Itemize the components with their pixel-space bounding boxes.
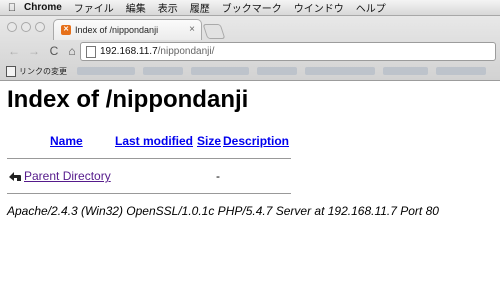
browser-tab[interactable]: ✕ Index of /nippondanji × [53, 19, 202, 40]
size-value: - [216, 169, 220, 183]
tab-title: Index of /nippondanji [75, 25, 159, 35]
tab-close-icon[interactable]: × [189, 24, 195, 35]
favicon-icon: ✕ [61, 25, 71, 35]
new-tab-button[interactable] [202, 24, 226, 39]
menu-file[interactable]: ファイル [74, 0, 114, 15]
blurred-bookmark[interactable] [436, 67, 486, 75]
back-folder-icon [9, 172, 21, 181]
page-title: Index of /nippondanji [7, 86, 249, 113]
column-header-last-modified[interactable]: Last modified [115, 134, 193, 148]
close-window-button[interactable] [7, 22, 17, 32]
blurred-bookmark[interactable] [257, 67, 297, 75]
divider [7, 158, 291, 159]
menu-history[interactable]: 履歴 [190, 0, 210, 15]
menu-window[interactable]: ウインドウ [294, 0, 344, 15]
blurred-bookmark[interactable] [143, 67, 183, 75]
bookmarks-bar: リンクの変更 [0, 63, 500, 79]
menu-view[interactable]: 表示 [158, 0, 178, 15]
bookmark-page-icon [6, 65, 16, 77]
column-header-size[interactable]: Size [197, 134, 221, 148]
bookmark-item[interactable]: リンクの変更 [19, 66, 67, 77]
zoom-window-button[interactable] [35, 22, 45, 32]
url-path: /nippondanji/ [157, 46, 215, 57]
menu-help[interactable]: ヘルプ [356, 0, 386, 15]
blurred-bookmark[interactable] [383, 67, 428, 75]
back-arrow-icon[interactable]: ← [6, 44, 22, 58]
page-icon [86, 45, 96, 58]
blurred-bookmark[interactable] [305, 67, 375, 75]
minimize-window-button[interactable] [21, 22, 31, 32]
menu-app-chrome[interactable]: Chrome [24, 2, 62, 13]
toolbar: ← → C ⌂ 192.168.11.7 /nippondanji/ [0, 40, 500, 62]
menu-edit[interactable]: 編集 [126, 0, 146, 15]
menu-bookmarks[interactable]: ブックマーク [222, 0, 282, 15]
column-header-description[interactable]: Description [223, 134, 289, 148]
apple-icon[interactable]:  [0, 2, 24, 14]
menu-bar:  Chrome ファイル 編集 表示 履歴 ブックマーク ウインドウ ヘルプ [0, 0, 500, 16]
blurred-bookmark[interactable] [77, 67, 135, 75]
address-bar[interactable]: 192.168.11.7 /nippondanji/ [80, 42, 496, 61]
reload-icon[interactable]: C [46, 44, 62, 58]
parent-directory-link[interactable]: Parent Directory [24, 169, 111, 183]
server-signature: Apache/2.4.3 (Win32) OpenSSL/1.0.1c PHP/… [7, 204, 439, 218]
browser-chrome: ✕ Index of /nippondanji × ← → C ⌂ 192.16… [0, 16, 500, 81]
column-header-name[interactable]: Name [50, 134, 83, 148]
url-host: 192.168.11.7 [100, 46, 158, 57]
forward-arrow-icon[interactable]: → [26, 44, 42, 58]
home-icon[interactable]: ⌂ [64, 44, 80, 58]
window-controls [7, 22, 45, 32]
blurred-bookmark[interactable] [191, 67, 249, 75]
divider [7, 193, 291, 194]
page-content: Index of /nippondanji Name Last modified… [7, 86, 493, 218]
